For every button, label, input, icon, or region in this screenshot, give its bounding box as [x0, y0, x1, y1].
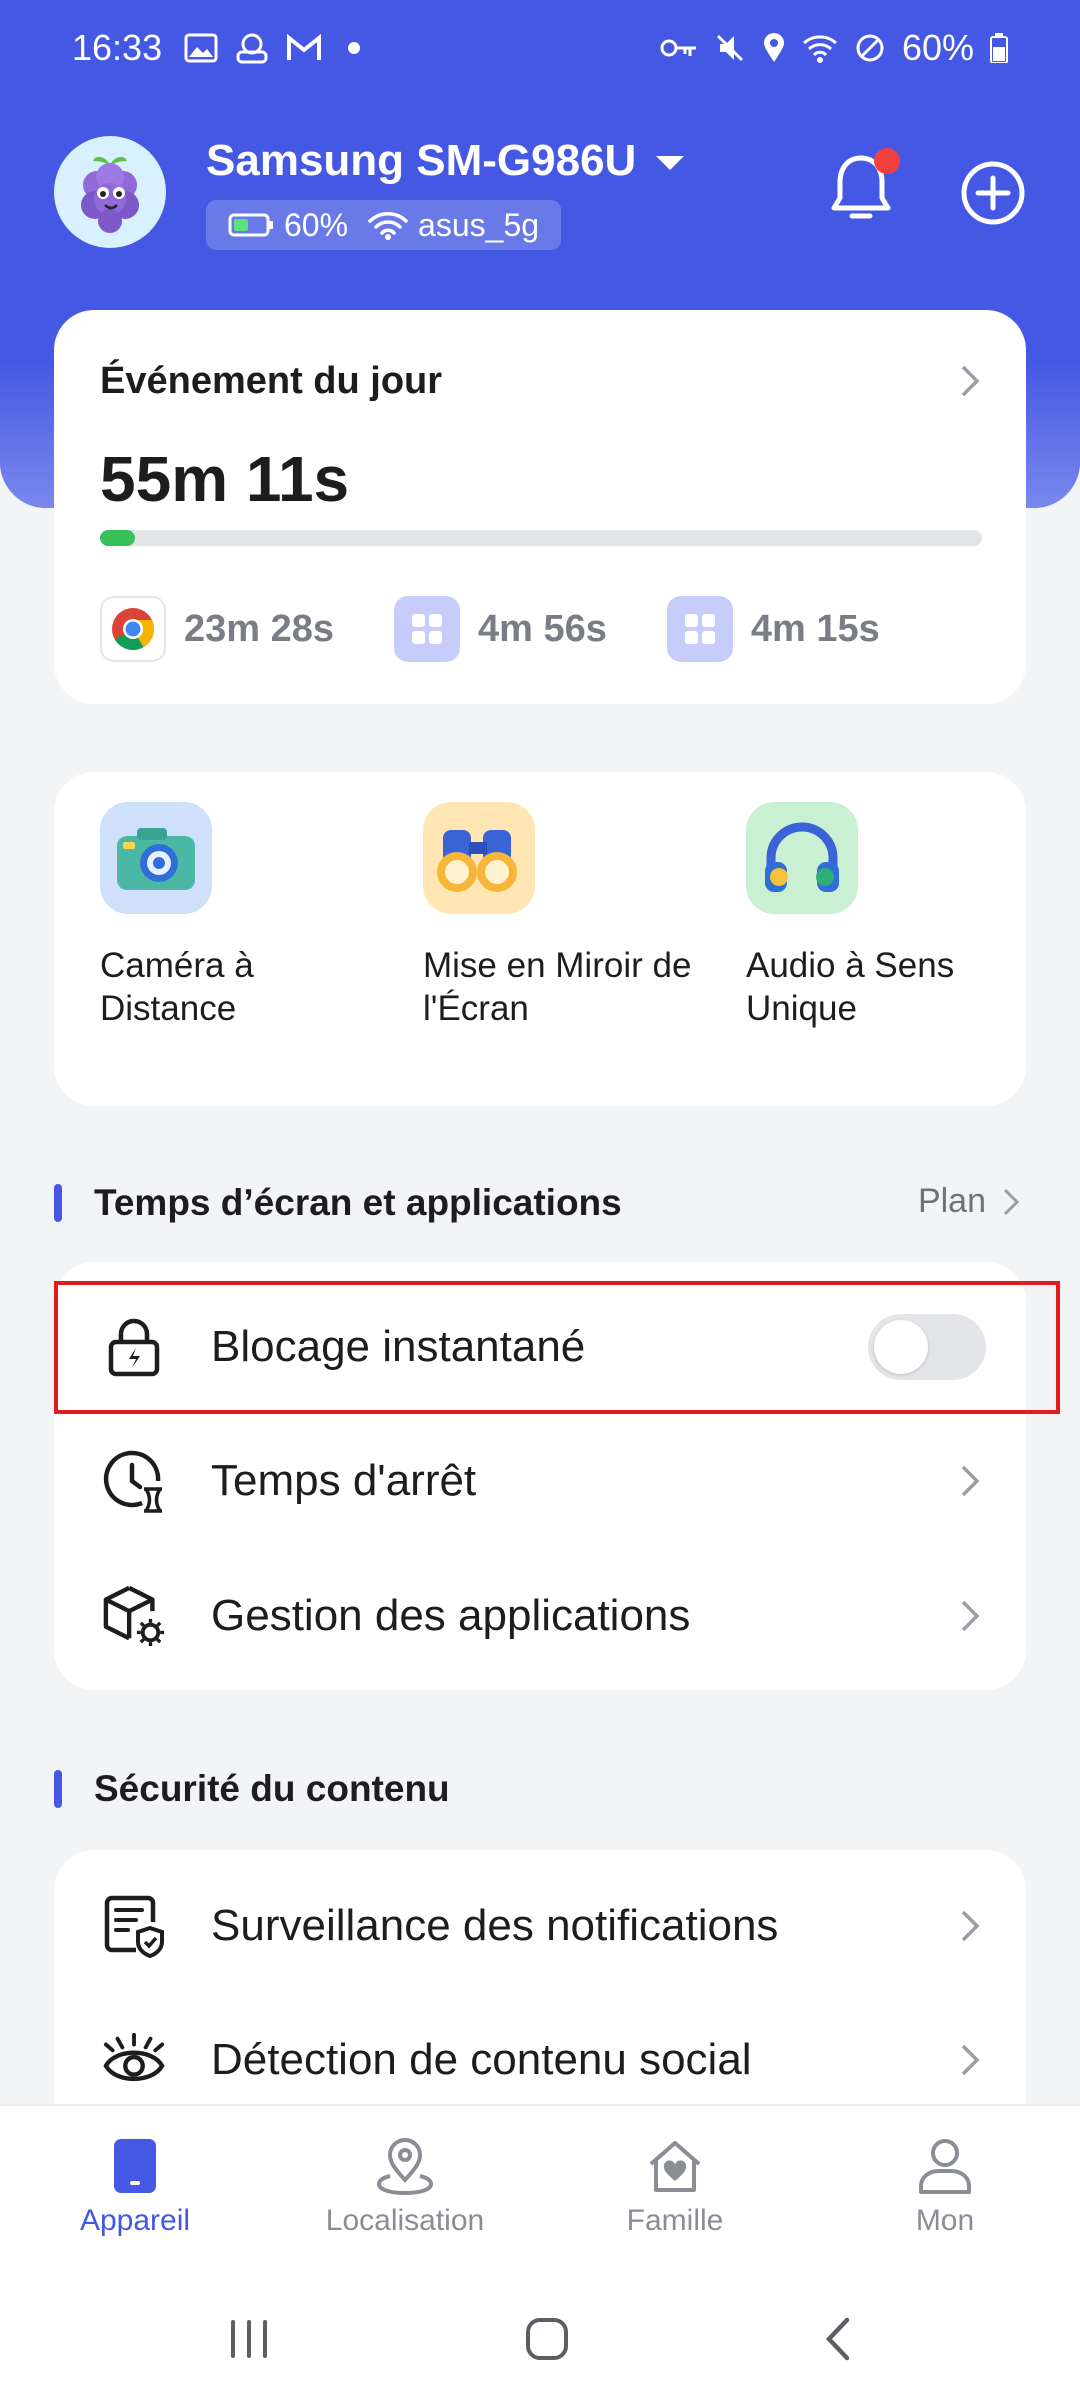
top-app-time: 23m 28s — [184, 607, 335, 650]
binoculars-icon — [423, 802, 535, 914]
section-title: Sécurité du contenu — [94, 1768, 450, 1809]
camera-icon — [100, 802, 212, 914]
row-label: Surveillance des notifications — [211, 1901, 779, 1950]
nav-tab-family[interactable]: Famille — [540, 2106, 810, 2278]
no-signal-icon — [856, 34, 884, 62]
mute-icon — [716, 34, 743, 62]
app-grid-icon — [666, 596, 733, 662]
device-wifi-text: asus_5g — [418, 206, 540, 243]
plan-label: Plan — [917, 1182, 986, 1220]
app-management-icon — [102, 1584, 166, 1648]
bottom-navigation: Appareil Localisation Famille Mon — [0, 2104, 1080, 2278]
device-battery-text: 60% — [284, 206, 349, 243]
feature-one-way-audio[interactable]: Audio à Sens Unique — [746, 802, 1026, 1030]
recent-apps-icon[interactable] — [227, 2318, 271, 2360]
top-app-item[interactable]: 23m 28s — [100, 596, 334, 662]
battery-icon — [990, 33, 1008, 63]
event-title: Événement du jour — [100, 360, 443, 402]
feature-label: Mise en Miroir de l'Écran — [423, 946, 692, 1028]
usage-progress-bar — [100, 530, 982, 546]
nav-label: Famille — [626, 2204, 724, 2237]
top-app-item[interactable]: 4m 56s — [394, 596, 607, 662]
system-navigation-bar — [0, 2278, 1080, 2400]
row-label: Détection de contenu social — [211, 2035, 752, 2084]
feature-label: Audio à Sens Unique — [746, 946, 955, 1028]
feature-remote-camera[interactable]: Caméra à Distance — [100, 802, 380, 1030]
back-icon[interactable] — [823, 2316, 853, 2362]
row-label: Temps d'arrêt — [211, 1456, 477, 1505]
features-card: Caméra à Distance Mise en Miroir de l'Éc… — [54, 772, 1026, 1106]
app-grid-icon — [394, 596, 461, 662]
status-time: 16:33 — [72, 27, 163, 68]
feature-screen-mirroring[interactable]: Mise en Miroir de l'Écran — [423, 802, 703, 1030]
section-accent-bar — [54, 1770, 62, 1808]
chevron-down-icon — [656, 156, 685, 170]
chevron-right-icon — [961, 1910, 980, 1942]
avatar[interactable] — [54, 136, 166, 248]
nav-tab-location[interactable]: Localisation — [270, 2106, 540, 2278]
vpn-key-icon — [660, 39, 696, 57]
feature-label: Caméra à Distance — [100, 946, 254, 1028]
wifi-icon — [368, 212, 408, 240]
highlight-box — [54, 1281, 1060, 1414]
wifi-status-icon — [802, 35, 837, 63]
device-status-pill: 60% asus_5g — [206, 200, 562, 250]
section-header-screen-time: Temps d’écran et applications — [54, 1182, 622, 1224]
section-accent-bar — [54, 1184, 62, 1222]
top-app-item[interactable]: 4m 15s — [666, 596, 880, 662]
notification-badge — [874, 148, 900, 174]
row-label: Gestion des applications — [211, 1591, 691, 1640]
chevron-right-icon — [961, 365, 980, 397]
chevron-right-icon — [961, 1600, 980, 1632]
top-app-time: 4m 15s — [750, 607, 880, 650]
status-dot — [348, 42, 361, 54]
daily-event-card[interactable]: Événement du jour 55m 11s 23m 28s 4m 56s… — [54, 310, 1026, 704]
headphones-icon — [746, 802, 858, 914]
location-icon — [375, 2136, 435, 2196]
chevron-right-icon — [961, 2044, 980, 2076]
section-title: Temps d’écran et applications — [94, 1182, 622, 1223]
plan-link[interactable]: Plan — [918, 1182, 1020, 1221]
event-total-time: 55m 11s — [100, 443, 350, 515]
section-header-content-safety: Sécurité du contenu — [54, 1768, 450, 1810]
chevron-right-icon — [1003, 1188, 1020, 1215]
top-apps-row: 23m 28s 4m 56s 4m 15s — [100, 596, 880, 662]
usage-progress-fill — [100, 530, 136, 546]
nav-label: Localisation — [325, 2204, 485, 2237]
notification-shield-icon — [102, 1894, 166, 1958]
top-app-time: 4m 56s — [478, 607, 607, 650]
nav-label: Mon — [915, 2204, 975, 2237]
phone-icon — [105, 2136, 165, 2196]
gallery-icon — [184, 33, 218, 63]
chevron-right-icon — [961, 1465, 980, 1497]
nav-tab-device[interactable]: Appareil — [0, 2106, 270, 2278]
status-bar: 16:33 60% — [0, 0, 1080, 96]
clock-icon — [102, 1449, 166, 1513]
grape-mascot-icon — [81, 156, 139, 233]
chrome-icon — [100, 596, 166, 662]
status-battery-text: 60% — [901, 27, 974, 68]
add-circle-icon[interactable] — [960, 160, 1026, 226]
battery-level-icon — [228, 213, 273, 237]
home-heart-icon — [645, 2136, 705, 2196]
nav-tab-me[interactable]: Mon — [810, 2106, 1080, 2278]
person-icon — [915, 2136, 975, 2196]
device-name-label: Samsung SM-G986U — [206, 136, 637, 185]
row-app-management[interactable]: Gestion des applications — [54, 1550, 1026, 1682]
home-button-icon[interactable] — [524, 2316, 570, 2362]
eye-icon — [102, 2028, 166, 2092]
location-status-icon — [763, 33, 784, 62]
row-notification-monitoring[interactable]: Surveillance des notifications — [54, 1860, 1026, 1992]
game-icon — [236, 33, 268, 64]
device-selector[interactable]: Samsung SM-G986U — [206, 136, 685, 186]
row-downtime[interactable]: Temps d'arrêt — [54, 1415, 1026, 1547]
nav-label: Appareil — [79, 2204, 191, 2237]
gmail-icon — [287, 34, 322, 60]
